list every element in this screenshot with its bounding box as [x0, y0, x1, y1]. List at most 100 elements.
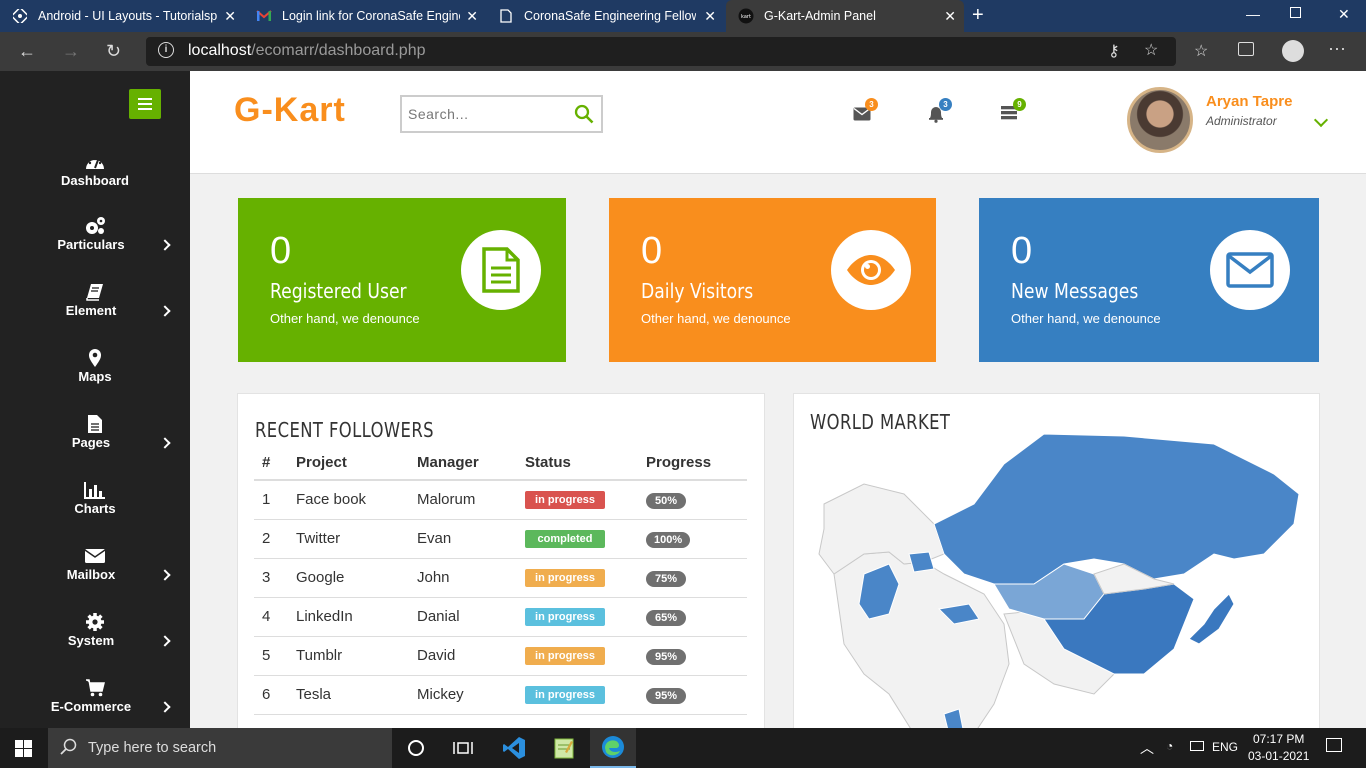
column-header: Manager	[409, 446, 517, 481]
taskbar-search-input[interactable]: Type here to search	[48, 728, 392, 768]
stat-title: Daily Visitors	[641, 279, 754, 303]
row-number: 3	[254, 558, 288, 598]
browser-toolbar: ← → ↻ i localhost/ecomarr/dashboard.php …	[0, 32, 1366, 71]
status-badge: completed	[525, 530, 605, 548]
tasks-button[interactable]: 9	[1001, 98, 1026, 125]
sidebar-item-maps[interactable]: Maps	[0, 347, 190, 407]
logo[interactable]: G-Kart	[234, 91, 346, 130]
notification-center-icon[interactable]	[1326, 738, 1342, 752]
search-icon	[60, 738, 78, 760]
favorite-star-icon[interactable]: ☆	[1144, 40, 1158, 60]
close-tab-icon[interactable]: ✕	[944, 8, 956, 25]
cortana-icon[interactable]	[400, 728, 432, 768]
tab-title: G-Kart-Admin Panel	[764, 9, 876, 23]
progress-cell: 95%	[638, 636, 747, 676]
table-header-row: # Project Manager Status Progress	[254, 446, 747, 481]
sidebar-item-label: Dashboard	[61, 173, 129, 188]
maximize-icon[interactable]	[1290, 7, 1301, 18]
project-cell: Twitter	[288, 519, 409, 559]
sidebar-item-system[interactable]: System	[0, 611, 190, 671]
book-icon	[84, 281, 106, 303]
browser-tab[interactable]: CoronaSafe Engineering Fellowsh ✕	[486, 0, 724, 32]
table-row[interactable]: 6 Tesla Mickey in progress 95%	[254, 675, 747, 715]
browser-tab-active[interactable]: kart G-Kart-Admin Panel ✕	[726, 0, 964, 32]
new-tab-icon[interactable]: +	[972, 4, 984, 27]
close-tab-icon[interactable]: ✕	[704, 8, 716, 25]
table-row[interactable]: 4 LinkedIn Danial in progress 65%	[254, 597, 747, 637]
stat-value: 0	[270, 230, 292, 272]
manager-cell: Evan	[409, 519, 517, 559]
sidebar-item-charts[interactable]: Charts	[0, 479, 190, 539]
task-view-icon[interactable]	[446, 728, 480, 768]
clock-date[interactable]: 03-01-2021	[1248, 749, 1309, 763]
status-badge: in progress	[525, 608, 605, 626]
menu-toggle-button[interactable]	[129, 89, 161, 119]
table-row[interactable]: 5 Tumblr David in progress 95%	[254, 636, 747, 676]
table-row[interactable]: 2 Twitter Evan completed 100%	[254, 519, 747, 559]
sidebar-item-particulars[interactable]: Particulars	[0, 215, 190, 275]
sidebar-item-mailbox[interactable]: Mailbox	[0, 545, 190, 605]
status-cell: in progress	[517, 636, 638, 676]
stat-subtitle: Other hand, we denounce	[641, 311, 791, 326]
notepad-plus-icon[interactable]	[546, 728, 582, 768]
more-options-icon[interactable]: ···	[1328, 38, 1346, 59]
cart-icon	[84, 677, 106, 699]
minimize-icon[interactable]: —	[1246, 6, 1260, 22]
close-tab-icon[interactable]: ✕	[224, 8, 236, 25]
stat-value: 0	[1011, 230, 1033, 272]
back-icon[interactable]: ←	[18, 41, 36, 62]
tab-title: Login link for CoronaSafe Engine	[282, 9, 460, 23]
status-badge: in progress	[525, 686, 605, 704]
column-header: #	[254, 446, 288, 481]
battery-icon[interactable]	[1190, 741, 1204, 751]
wifi-icon[interactable]: ◔	[1166, 739, 1173, 753]
search-box	[400, 95, 603, 133]
favorites-icon[interactable]: ☆	[1194, 41, 1208, 61]
browser-tab[interactable]: Login link for CoronaSafe Engine ✕	[244, 0, 486, 32]
info-icon[interactable]: i	[158, 42, 174, 58]
language-indicator[interactable]: ENG	[1212, 740, 1238, 754]
gkart-icon: kart	[738, 8, 754, 24]
windows-start-icon[interactable]	[15, 740, 32, 762]
row-number: 5	[254, 636, 288, 676]
browser-tab-strip: Android - UI Layouts - Tutorialsp ✕ Logi…	[0, 0, 1366, 32]
table-row[interactable]: 1 Face book Malorum in progress 50%	[254, 480, 747, 520]
chevron-up-icon[interactable]: ︿	[1140, 738, 1154, 758]
key-icon[interactable]: ⚷	[1108, 41, 1120, 61]
search-icon[interactable]	[574, 104, 594, 129]
world-map[interactable]	[794, 434, 1320, 733]
collections-icon[interactable]	[1238, 42, 1254, 56]
stat-card-new-messages: 0 New Messages Other hand, we denounce	[979, 198, 1319, 362]
clock-time[interactable]: 07:17 PM	[1253, 732, 1304, 746]
windows-taskbar: Type here to search ︿ ◔ ENG 07:17 PM 03-…	[0, 728, 1366, 768]
messages-button[interactable]: 3	[853, 98, 878, 125]
alerts-button[interactable]: 3	[927, 98, 952, 125]
world-market-panel: WORLD MARKET	[793, 393, 1320, 733]
refresh-icon[interactable]: ↻	[106, 41, 121, 62]
vscode-icon[interactable]	[496, 728, 532, 768]
search-input[interactable]	[408, 104, 568, 124]
user-name[interactable]: Aryan Tapre	[1206, 93, 1292, 110]
edge-browser-icon[interactable]	[590, 728, 636, 768]
browser-tab[interactable]: Android - UI Layouts - Tutorialsp ✕	[0, 0, 244, 32]
table-row[interactable]: 3 Google John in progress 75%	[254, 558, 747, 598]
manager-cell: David	[409, 636, 517, 676]
close-tab-icon[interactable]: ✕	[466, 8, 478, 25]
file-text-icon	[461, 230, 541, 310]
stat-subtitle: Other hand, we denounce	[270, 311, 420, 326]
manager-cell: Malorum	[409, 480, 517, 520]
sidebar-item-pages[interactable]: Pages	[0, 413, 190, 473]
taskbar-search-placeholder: Type here to search	[88, 740, 217, 756]
sidebar-item-dashboard[interactable]: Dashboard	[0, 151, 190, 211]
avatar[interactable]	[1127, 87, 1193, 153]
row-number: 2	[254, 519, 288, 559]
project-cell: Face book	[288, 480, 409, 520]
sidebar-item-element[interactable]: Element	[0, 281, 190, 341]
profile-icon[interactable]	[1282, 40, 1304, 62]
row-number: 6	[254, 675, 288, 715]
close-window-icon[interactable]: ✕	[1338, 6, 1350, 23]
address-bar[interactable]: i localhost/ecomarr/dashboard.php ⚷ ☆	[146, 37, 1176, 66]
forward-icon[interactable]: →	[62, 41, 80, 62]
gear-icon	[84, 611, 106, 633]
chevron-down-icon[interactable]	[1313, 112, 1329, 128]
